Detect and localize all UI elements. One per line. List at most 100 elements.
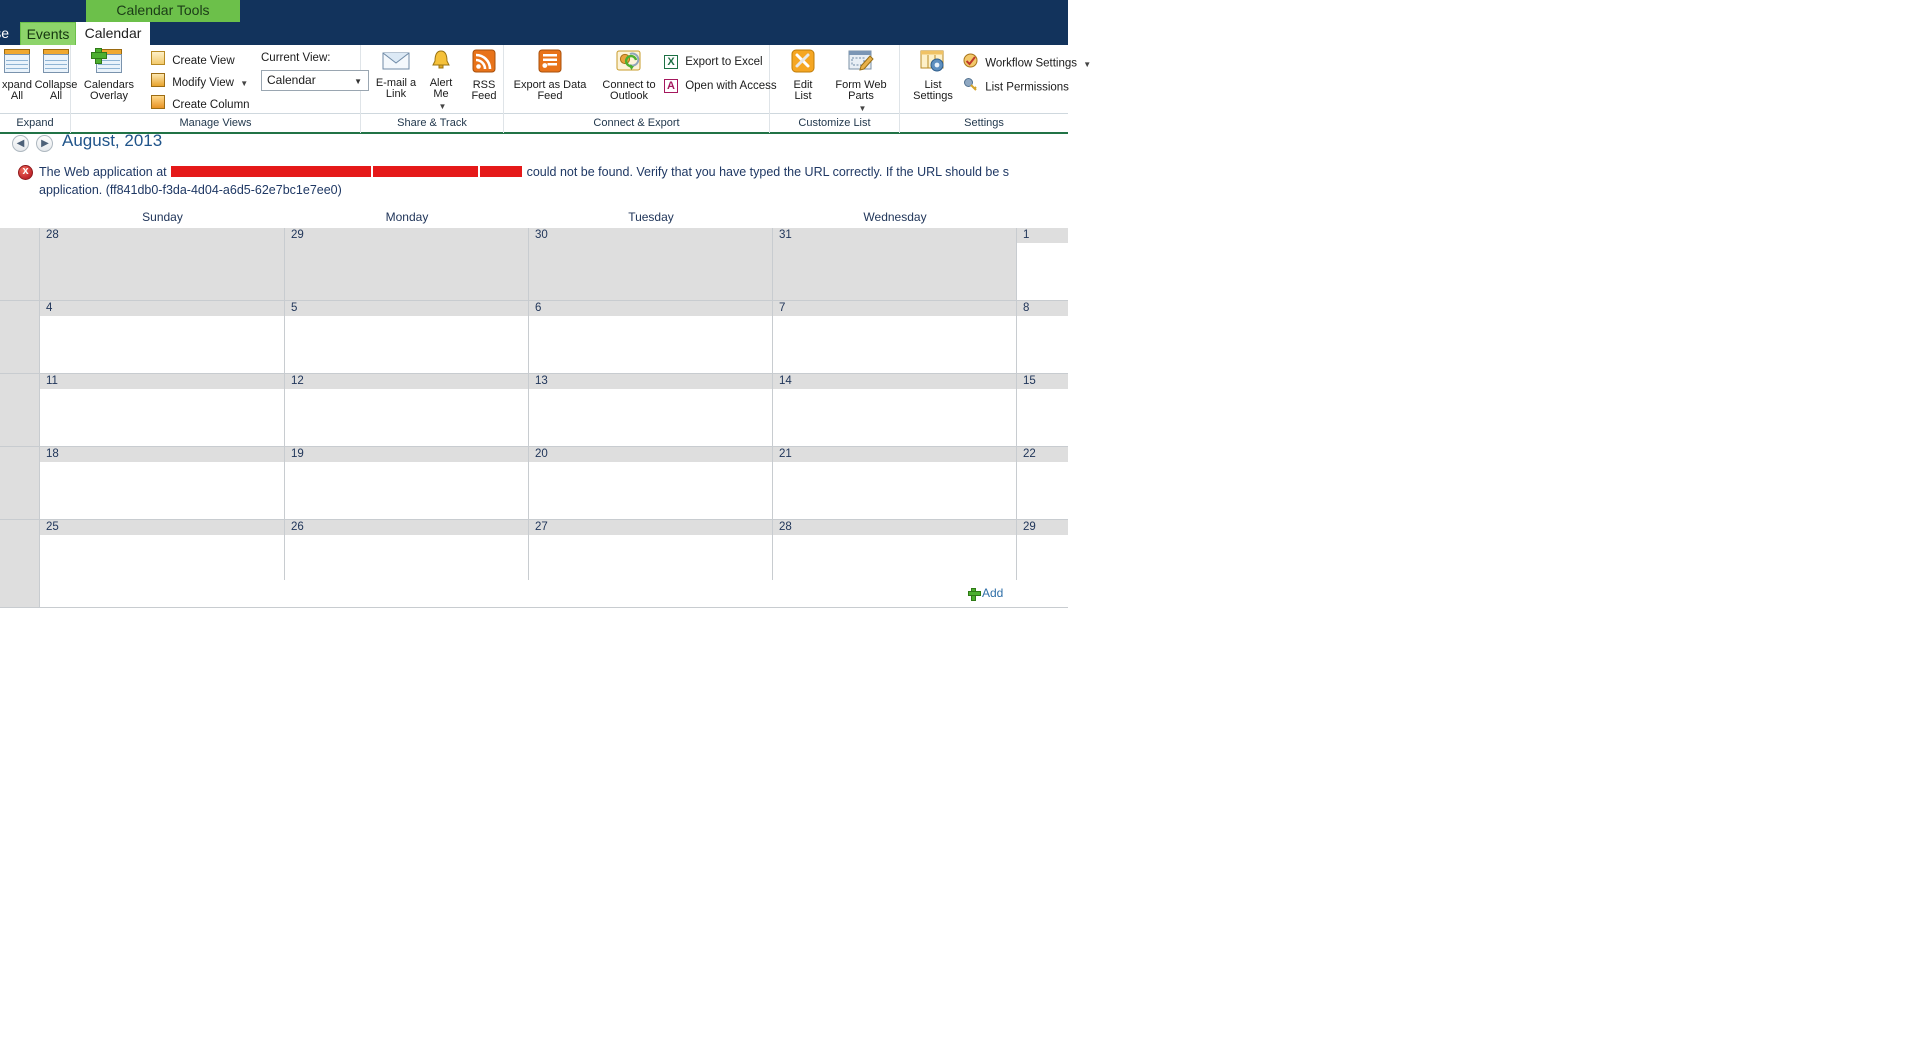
calendar-day-cell[interactable]: 29 [285, 228, 529, 300]
calendar-day-cell[interactable]: 30 [529, 228, 773, 300]
chevron-down-icon[interactable]: ▼ [240, 79, 248, 88]
plus-icon [968, 588, 981, 602]
calendar-day-cell[interactable]: 13 [529, 374, 773, 446]
day-body[interactable] [773, 316, 1016, 373]
connect-to-outlook-label-2: Outlook [610, 90, 648, 102]
group-label-expand: Expand [0, 114, 71, 133]
day-body[interactable] [40, 535, 284, 580]
calendar-day-cell[interactable]: 6 [529, 301, 773, 373]
day-body[interactable] [285, 243, 528, 300]
group-label-customize-list: Customize List [770, 114, 900, 133]
calendar-week-row: 11 12 13 14 15 [0, 374, 1068, 447]
day-body[interactable] [285, 316, 528, 373]
calendar-day-cell[interactable]: 29 [1017, 520, 1068, 580]
calendar-day-cell[interactable]: 7 [773, 301, 1017, 373]
day-body[interactable] [529, 535, 772, 580]
ribbon-group-expand: xpand All Collapse All [0, 45, 77, 114]
day-body[interactable] [529, 462, 772, 519]
chevron-down-icon[interactable]: ▼ [859, 104, 867, 113]
open-with-access-button[interactable]: A Open with Access [664, 77, 777, 96]
connect-to-outlook-button[interactable]: Connect to Outlook [592, 47, 666, 111]
day-body[interactable] [773, 389, 1016, 446]
day-number: 29 [1017, 520, 1068, 535]
day-body[interactable] [773, 535, 1016, 580]
calendars-overlay-button[interactable]: Calendars Overlay [78, 47, 140, 111]
export-as-data-feed-button[interactable]: Export as Data Feed [510, 47, 590, 111]
day-body[interactable] [40, 389, 284, 446]
day-body[interactable] [529, 389, 772, 446]
day-body[interactable] [529, 316, 772, 373]
form-web-parts-button[interactable]: Form Web Parts ▼ [828, 47, 894, 113]
current-view-value: Calendar [267, 73, 316, 87]
workflow-icon [963, 53, 978, 75]
export-to-excel-button[interactable]: X Export to Excel [664, 53, 763, 72]
error-line-2: application. (ff841db0-f3da-4d04-a6d5-62… [39, 183, 342, 197]
day-body[interactable] [773, 243, 1016, 300]
list-settings-button[interactable]: List Settings [902, 47, 964, 111]
edit-list-button[interactable]: Edit List [776, 47, 830, 111]
day-body[interactable] [1017, 243, 1068, 300]
previous-month-button[interactable]: ◀ [12, 135, 29, 153]
calendar-day-cell[interactable]: 8 [1017, 301, 1068, 373]
calendar-day-cell[interactable]: 25 [40, 520, 285, 580]
export-as-data-feed-label-2: Feed [537, 90, 563, 102]
modify-view-button[interactable]: Modify View ▼ [151, 73, 248, 92]
current-view-select[interactable]: Calendar ▼ [261, 70, 369, 91]
calendar-day-cell[interactable]: 28 [773, 520, 1017, 580]
error-prefix: The Web application at [39, 165, 171, 179]
contextual-tab-title: Calendar Tools [86, 0, 240, 22]
next-month-button[interactable]: ▶ [36, 135, 54, 153]
list-permissions-button[interactable]: List Permissions [963, 77, 1069, 96]
create-view-label: Create View [172, 55, 235, 67]
day-body[interactable] [285, 462, 528, 519]
workflow-settings-button[interactable]: Workflow Settings ▼ [963, 53, 1091, 72]
calendar-day-cell[interactable]: 28 [40, 228, 285, 300]
day-number: 22 [1017, 447, 1068, 462]
day-body[interactable] [285, 535, 528, 580]
chevron-down-icon[interactable]: ▼ [439, 102, 447, 111]
ribbon-tab-strip: se Events Calendar [0, 22, 1068, 45]
tab-calendar[interactable]: Calendar [76, 22, 150, 45]
contextual-tab-band: Calendar Tools [0, 0, 1068, 22]
day-body[interactable] [40, 243, 284, 300]
day-body[interactable] [1017, 316, 1068, 373]
add-event-link[interactable]: Add [968, 586, 1004, 602]
day-body[interactable] [40, 316, 284, 373]
calendar-day-cell[interactable]: 22 [1017, 447, 1068, 519]
calendar-day-cell[interactable]: 4 [40, 301, 285, 373]
day-body[interactable] [1017, 535, 1068, 580]
chevron-down-icon[interactable]: ▼ [1083, 60, 1091, 69]
day-body[interactable] [1017, 389, 1068, 446]
calendar-day-cell[interactable]: 20 [529, 447, 773, 519]
calendar-day-cell[interactable]: 26 [285, 520, 529, 580]
calendar-day-cell[interactable]: 15 [1017, 374, 1068, 446]
calendar-day-cell[interactable]: 19 [285, 447, 529, 519]
calendar-day-cell[interactable]: 31 [773, 228, 1017, 300]
calendar-day-cell[interactable]: 12 [285, 374, 529, 446]
ribbon-group-customize-list: Edit List Form Web Parts ▼ [770, 45, 900, 114]
list-settings-icon [902, 49, 964, 77]
day-body[interactable] [40, 462, 284, 519]
calendar-add-row: Add [0, 580, 1068, 608]
calendar-day-cell[interactable]: 1 [1017, 228, 1068, 300]
tab-browse-partial[interactable]: se [0, 22, 12, 45]
calendar-day-cell[interactable]: 5 [285, 301, 529, 373]
day-body[interactable] [529, 243, 772, 300]
calendar-day-cell[interactable]: 18 [40, 447, 285, 519]
create-view-button[interactable]: Create View [151, 51, 235, 70]
day-number: 5 [285, 301, 528, 316]
calendar-day-cell[interactable]: 21 [773, 447, 1017, 519]
day-header-wednesday: Wednesday [863, 210, 927, 224]
add-event-label: Add [982, 586, 1004, 600]
calendar-grid: Sunday Monday Tuesday Wednesday 28 29 30… [0, 209, 1068, 608]
week-gutter [0, 374, 40, 446]
create-column-button[interactable]: Create Column [151, 95, 250, 114]
day-body[interactable] [1017, 462, 1068, 519]
calendar-day-cell[interactable]: 11 [40, 374, 285, 446]
day-number: 4 [40, 301, 284, 316]
tab-events[interactable]: Events [20, 22, 76, 45]
calendar-day-cell[interactable]: 27 [529, 520, 773, 580]
day-body[interactable] [285, 389, 528, 446]
calendar-day-cell[interactable]: 14 [773, 374, 1017, 446]
day-body[interactable] [773, 462, 1016, 519]
